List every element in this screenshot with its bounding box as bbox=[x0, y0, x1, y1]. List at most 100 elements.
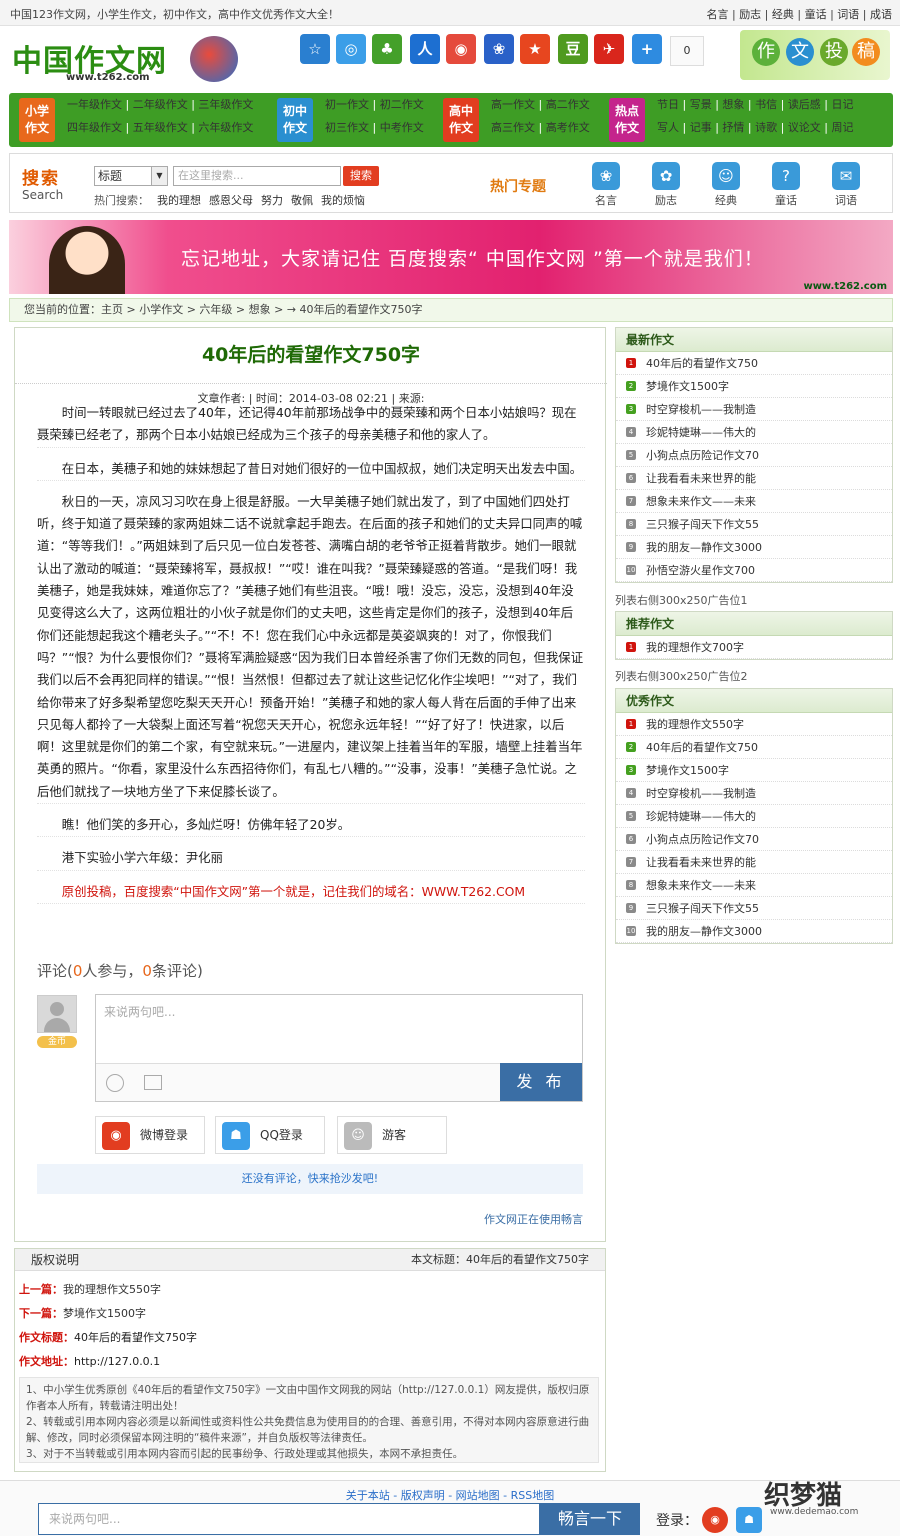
nav-link[interactable]: 读后感 bbox=[788, 98, 821, 111]
list-item[interactable]: 4时空穿梭机——我制造 bbox=[616, 782, 892, 805]
nav-link[interactable]: 写景 bbox=[690, 98, 712, 111]
hot-search-label: 热门搜索： bbox=[94, 194, 149, 207]
nav-link[interactable]: 议论文 bbox=[788, 121, 821, 134]
footer-comment-button[interactable]: 畅言一下 bbox=[540, 1503, 640, 1535]
hot-search-link[interactable]: 感恩父母 bbox=[209, 194, 253, 207]
nav-link[interactable]: 记事 bbox=[690, 121, 712, 134]
next-article-link[interactable]: 梦境作文1500字 bbox=[63, 1307, 146, 1320]
list-item[interactable]: 10孙悟空游火星作文700 bbox=[616, 559, 892, 582]
footer-comment-input[interactable]: 来说两句吧... bbox=[38, 1503, 540, 1535]
nav-group-primary[interactable]: 小学作文 bbox=[19, 98, 55, 142]
nav-link[interactable]: 书信 bbox=[755, 98, 777, 111]
nav-link[interactable]: 高三作文 bbox=[491, 121, 535, 134]
list-item[interactable]: 9我的朋友—静作文3000 bbox=[616, 536, 892, 559]
image-icon[interactable] bbox=[144, 1075, 162, 1090]
list-item[interactable]: 10我的朋友—静作文3000 bbox=[616, 920, 892, 943]
nav-group-hot[interactable]: 热点作文 bbox=[609, 98, 645, 142]
qq-login-button[interactable]: ☗QQ登录 bbox=[215, 1116, 325, 1154]
topic-fairytale[interactable]: ?童话 bbox=[766, 162, 806, 208]
hot-search-link[interactable]: 努力 bbox=[261, 194, 283, 207]
submit-essay-banner[interactable]: 作 文 投 稿 bbox=[740, 30, 890, 80]
prev-article-link[interactable]: 我的理想作文550字 bbox=[63, 1283, 161, 1296]
list-item[interactable]: 7想象未来作文——未来 bbox=[616, 490, 892, 513]
top-link[interactable]: 励志 bbox=[739, 8, 761, 21]
nav-link[interactable]: 周记 bbox=[832, 121, 854, 134]
list-item[interactable]: 5小狗点点历险记作文70 bbox=[616, 444, 892, 467]
nav-link[interactable]: 抒情 bbox=[722, 121, 744, 134]
weibo-icon[interactable]: ◉ bbox=[702, 1507, 728, 1533]
nav-link[interactable]: 一年级作文 bbox=[67, 98, 122, 111]
list-item[interactable]: 1我的理想作文700字 bbox=[616, 636, 892, 659]
more-share-icon[interactable]: + bbox=[632, 34, 662, 64]
topic-inspire[interactable]: ✿励志 bbox=[646, 162, 686, 208]
weibo-login-button[interactable]: ◉微博登录 bbox=[95, 1116, 205, 1154]
emoji-icon[interactable] bbox=[106, 1074, 124, 1092]
nav-link[interactable]: 高考作文 bbox=[546, 121, 590, 134]
list-item[interactable]: 8想象未来作文——未来 bbox=[616, 874, 892, 897]
list-item[interactable]: 1我的理想作文550字 bbox=[616, 713, 892, 736]
nav-link[interactable]: 想象 bbox=[722, 98, 744, 111]
nav-link[interactable]: 中考作文 bbox=[380, 121, 424, 134]
top-link[interactable]: 名言 bbox=[706, 8, 728, 21]
list-item[interactable]: 3时空穿梭机——我制造 bbox=[616, 398, 892, 421]
search-button[interactable]: 搜索 bbox=[343, 166, 379, 186]
top-link[interactable]: 成语 bbox=[870, 8, 892, 21]
list-item[interactable]: 4珍妮特婕琳——伟大的 bbox=[616, 421, 892, 444]
hot-search-link[interactable]: 我的理想 bbox=[157, 194, 201, 207]
qq-icon[interactable]: ☗ bbox=[736, 1507, 762, 1533]
copyright-note: 2、转载或引用本网内容必须是以新闻性或资料性公共免费信息为使用目的的合理、善意引… bbox=[26, 1414, 592, 1446]
list-item[interactable]: 3梦境作文1500字 bbox=[616, 759, 892, 782]
promo-banner[interactable]: 忘记地址，大家请记住 百度搜索“ 中国作文网 ”第一个就是我们！ www.t26… bbox=[9, 220, 893, 294]
list-item[interactable]: 6小狗点点历险记作文70 bbox=[616, 828, 892, 851]
nav-link[interactable]: 初二作文 bbox=[380, 98, 424, 111]
netease-share-icon[interactable]: ✈ bbox=[594, 34, 624, 64]
list-item[interactable]: 8三只猴子闯天下作文55 bbox=[616, 513, 892, 536]
list-item[interactable]: 140年后的看望作文750 bbox=[616, 352, 892, 375]
topic-quotes[interactable]: ❀名言 bbox=[586, 162, 626, 208]
tencent-weibo-share-icon[interactable]: ◎ bbox=[336, 34, 366, 64]
star-share-icon[interactable]: ★ bbox=[520, 34, 550, 64]
list-item[interactable]: 2梦境作文1500字 bbox=[616, 375, 892, 398]
topic-words[interactable]: ✉词语 bbox=[826, 162, 866, 208]
list-item[interactable]: 5珍妮特婕琳——伟大的 bbox=[616, 805, 892, 828]
nav-link[interactable]: 二年级作文 bbox=[133, 98, 188, 111]
nav-link[interactable]: 初三作文 bbox=[325, 121, 369, 134]
nav-link[interactable]: 四年级作文 bbox=[67, 121, 122, 134]
nav-link[interactable]: 三年级作文 bbox=[198, 98, 253, 111]
promo-line[interactable]: 原创投稿，百度搜索“中国作文网”第一个就是，记住我们的域名：WWW.T262.C… bbox=[37, 881, 585, 904]
top-link[interactable]: 童话 bbox=[805, 8, 827, 21]
top-link[interactable]: 经典 bbox=[772, 8, 794, 21]
publish-button[interactable]: 发 布 bbox=[500, 1063, 582, 1101]
nav-group-junior[interactable]: 初中作文 bbox=[277, 98, 313, 142]
baidu-share-icon[interactable]: ❀ bbox=[484, 34, 514, 64]
powered-by-link[interactable]: 作文网正在使用畅言 bbox=[484, 1211, 583, 1227]
guest-login-button[interactable]: ☺游客 bbox=[337, 1116, 447, 1154]
sina-weibo-share-icon[interactable]: ◉ bbox=[446, 34, 476, 64]
nav-group-senior[interactable]: 高中作文 bbox=[443, 98, 479, 142]
nav-link[interactable]: 五年级作文 bbox=[133, 121, 188, 134]
nav-link[interactable]: 高一作文 bbox=[491, 98, 535, 111]
topic-classic[interactable]: ☺经典 bbox=[706, 162, 746, 208]
search-type-select[interactable]: 标题▼ bbox=[94, 166, 168, 186]
hot-search-link[interactable]: 我的烦恼 bbox=[321, 194, 365, 207]
comment-input[interactable]: 来说两句吧... bbox=[104, 1003, 175, 1020]
nav-link[interactable]: 初一作文 bbox=[325, 98, 369, 111]
hot-search-link[interactable]: 敬佩 bbox=[291, 194, 313, 207]
list-item[interactable]: 7让我看看未来世界的能 bbox=[616, 851, 892, 874]
douban-share-icon[interactable]: 豆 bbox=[558, 34, 588, 64]
nav-link[interactable]: 日记 bbox=[832, 98, 854, 111]
nav-link[interactable]: 诗歌 bbox=[755, 121, 777, 134]
search-input[interactable]: 在这里搜索... bbox=[173, 166, 341, 186]
clover-share-icon[interactable]: ♣ bbox=[372, 34, 402, 64]
nav-link[interactable]: 节日 bbox=[657, 98, 679, 111]
top-link[interactable]: 词语 bbox=[837, 8, 859, 21]
qzone-share-icon[interactable]: ☆ bbox=[300, 34, 330, 64]
list-item[interactable]: 9三只猴子闯天下作文55 bbox=[616, 897, 892, 920]
renren-share-icon[interactable]: 人 bbox=[410, 34, 440, 64]
nav-link[interactable]: 六年级作文 bbox=[198, 121, 253, 134]
breadcrumb[interactable]: 您当前的位置：主页 > 小学作文 > 六年级 > 想象 > → 40年后的看望作… bbox=[9, 298, 893, 322]
nav-link[interactable]: 写人 bbox=[657, 121, 679, 134]
list-item[interactable]: 6让我看看未来世界的能 bbox=[616, 467, 892, 490]
list-item[interactable]: 240年后的看望作文750 bbox=[616, 736, 892, 759]
nav-link[interactable]: 高二作文 bbox=[546, 98, 590, 111]
